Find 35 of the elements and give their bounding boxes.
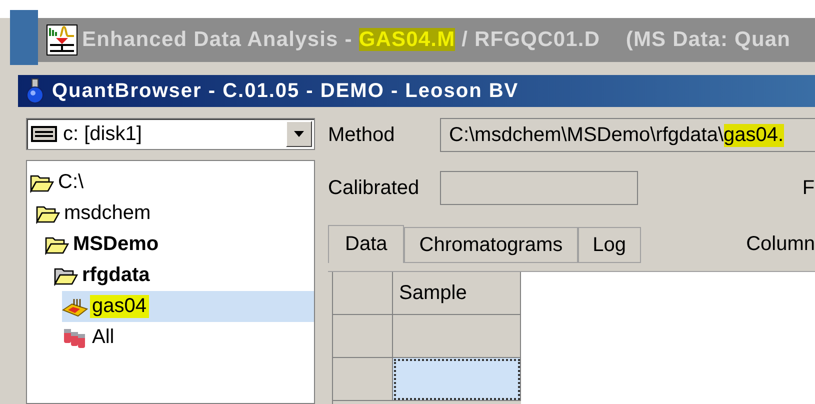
tree-item[interactable]: rfgdata	[80, 264, 152, 287]
tree-item[interactable]: All	[90, 326, 116, 349]
chart-icon	[46, 24, 78, 56]
table-cell[interactable]	[393, 358, 521, 401]
method-icon	[62, 296, 88, 316]
method-field[interactable]: C:\msdchem\MSDemo\rfgdata\gas04.	[440, 118, 815, 152]
table-cell[interactable]	[393, 315, 521, 358]
tree-item[interactable]: gas04	[90, 295, 148, 318]
window-edge	[10, 10, 38, 65]
dropdown-button[interactable]	[286, 121, 312, 147]
tree-item[interactable]: MSDemo	[71, 233, 161, 256]
calibrated-field[interactable]	[440, 171, 638, 205]
drive-dropdown[interactable]: c: [disk1]	[26, 118, 315, 150]
tree-item[interactable]: C:\	[56, 171, 86, 194]
open-folder-icon	[36, 204, 60, 224]
method-label: Method	[328, 124, 396, 146]
vials-icon	[62, 326, 88, 348]
window-title: QuantBrowser - C.01.05 - DEMO - Leoson BV	[52, 80, 519, 102]
calibrated-label: Calibrated	[328, 176, 420, 200]
tree-item[interactable]: msdchem	[62, 202, 153, 225]
caret-icon	[294, 131, 304, 137]
tab[interactable]: Log	[578, 227, 642, 263]
drive-icon	[31, 126, 57, 142]
field-label: Fi	[802, 176, 815, 200]
tab[interactable]: Chromatograms	[404, 227, 578, 263]
open-folder-icon	[30, 172, 54, 192]
open-folder-icon	[45, 234, 69, 254]
columns-label: Column	[746, 232, 815, 256]
row-header[interactable]	[333, 315, 393, 358]
open-folder-icon	[54, 266, 78, 286]
window-title: Enhanced Data Analysis - GAS04.M / RFGQC01.D (MS Data: Quan	[82, 28, 791, 52]
flask-icon	[26, 78, 44, 104]
column-header[interactable]: Sample	[393, 272, 521, 315]
tab[interactable]: Data	[328, 225, 404, 263]
row-header[interactable]	[333, 358, 393, 401]
